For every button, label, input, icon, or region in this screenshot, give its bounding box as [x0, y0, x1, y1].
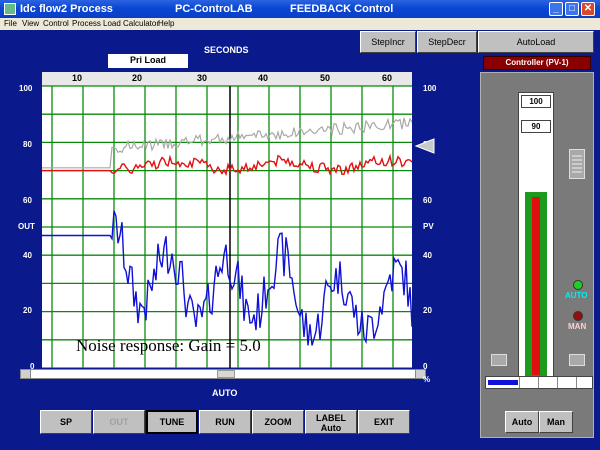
auto-indicator-icon [573, 280, 583, 290]
controller-title: Controller (PV-1) [483, 56, 591, 70]
load-label-box: Pri Load [108, 54, 188, 68]
time-tick-10: 10 [72, 73, 83, 83]
app-icon [4, 3, 16, 15]
scroll-left-arrow[interactable] [21, 370, 31, 378]
menu-control[interactable]: Control [43, 19, 69, 28]
trend-chart-svg [42, 85, 412, 368]
output-increase-icon[interactable] [569, 354, 585, 366]
application-window: Idc flow2 Process PC-ControLAB FEEDBACK … [0, 0, 600, 450]
auto-load-button[interactable]: AutoLoad [478, 31, 594, 53]
time-axis-strip [42, 72, 412, 86]
percent-sign: % [423, 375, 431, 384]
output-decrease-icon[interactable] [491, 354, 507, 366]
window-title: Idc flow2 Process [20, 3, 113, 15]
time-tick-30: 30 [197, 73, 208, 83]
setpoint-pointer-icon[interactable] [414, 138, 436, 154]
pv-axis-label: PV [423, 222, 434, 231]
exit-button[interactable]: EXIT [358, 410, 410, 434]
left-scale-60: 60 [23, 196, 32, 205]
title-bar[interactable]: Idc flow2 Process PC-ControLAB FEEDBACK … [0, 0, 600, 18]
right-scale-60: 60 [423, 196, 432, 205]
auto-button[interactable]: Auto [505, 411, 539, 433]
left-scale-80: 80 [23, 140, 32, 149]
menu-view[interactable]: View [22, 19, 39, 28]
maximize-button[interactable]: □ [565, 2, 579, 16]
setpoint-readout: 100 [521, 95, 551, 108]
pv-readout: 90 [521, 120, 551, 133]
left-scale-20: 20 [23, 306, 32, 315]
left-scale-40: 40 [23, 251, 32, 260]
right-scale-100: 100 [423, 84, 437, 93]
time-scrollbar[interactable] [20, 369, 426, 379]
seconds-label: SECONDS [204, 45, 249, 55]
menu-help[interactable]: Help [158, 19, 174, 28]
pv-trace [42, 153, 412, 177]
sp-button[interactable]: SP [40, 410, 92, 434]
scroll-thumb[interactable] [217, 370, 235, 378]
time-tick-60: 60 [382, 73, 393, 83]
minimize-button[interactable]: _ [549, 2, 563, 16]
time-tick-40: 40 [258, 73, 269, 83]
auto-indicator-label: AUTO [565, 291, 588, 300]
trend-plot: 10 20 30 40 50 60 Noise response: Gain =… [42, 72, 412, 368]
menu-bar: File View Control Process Load Calculato… [0, 18, 600, 30]
menu-process[interactable]: Process [72, 19, 101, 28]
out-button[interactable]: OUT [93, 410, 145, 434]
noise-annotation: Noise response: Gain = 5.0 [76, 336, 261, 355]
mode-title: FEEDBACK Control [290, 3, 394, 15]
label-button-bottom: Auto [320, 423, 342, 433]
close-button[interactable]: ✕ [581, 2, 595, 16]
step-incr-button[interactable]: StepIncr [360, 31, 416, 53]
zoom-button[interactable]: ZOOM [252, 410, 304, 434]
man-indicator-icon [573, 311, 583, 321]
man-button[interactable]: Man [539, 411, 573, 433]
time-tick-20: 20 [132, 73, 143, 83]
right-scale-40: 40 [423, 251, 432, 260]
step-decr-button[interactable]: StepDecr [417, 31, 477, 53]
mode-label: AUTO [212, 388, 238, 398]
output-strip [485, 376, 593, 389]
label-button-top: LABEL [316, 413, 346, 423]
output-strip-fill [488, 380, 518, 385]
menu-load[interactable]: Load [103, 19, 121, 28]
app-name: PC-ControLAB [175, 3, 253, 15]
right-scale-20: 20 [423, 306, 432, 315]
tune-button[interactable]: TUNE [146, 410, 198, 434]
setpoint-slider-icon[interactable] [569, 149, 585, 179]
menu-calculator[interactable]: Calculator [123, 19, 159, 28]
pv-bar [532, 196, 540, 375]
output-bar [525, 191, 547, 379]
controller-panel: 100 90 AUTO MAN Auto Man [480, 72, 594, 438]
label-button[interactable]: LABEL Auto [305, 410, 357, 434]
controller-bargraph: 100 90 [518, 92, 554, 382]
time-tick-50: 50 [320, 73, 331, 83]
out-axis-label: OUT [18, 222, 35, 231]
menu-file[interactable]: File [4, 19, 17, 28]
run-button[interactable]: RUN [199, 410, 251, 434]
output-trace [42, 210, 412, 346]
left-scale-100: 100 [19, 84, 33, 93]
man-indicator-label: MAN [568, 322, 587, 331]
